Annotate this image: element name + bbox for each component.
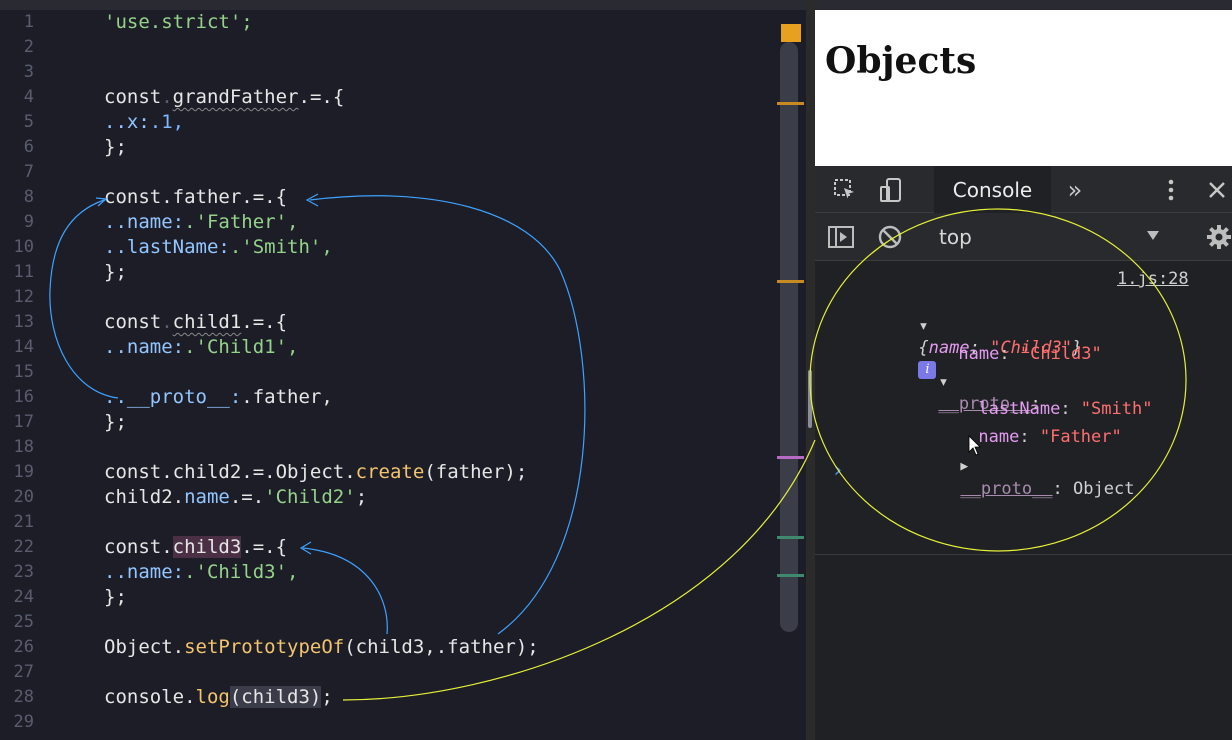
line-gutter: 1 2 3 4 5 6 7 8 9 10 11 12 13 14 15 16 17 18 19 20 21 22 23 24 2… xyxy=(0,10,60,740)
top-strip xyxy=(0,0,1232,10)
overview-ruler-marker xyxy=(777,574,804,577)
console-separator xyxy=(815,554,1232,555)
code-line-9[interactable]: ..name:.'Father', xyxy=(104,210,298,235)
line-number: 1 xyxy=(23,12,34,32)
line-number: 11 xyxy=(13,262,34,282)
browser-viewport: Objects xyxy=(815,10,1232,166)
line-number: 3 xyxy=(23,62,34,82)
console-toolbar: top xyxy=(815,213,1232,261)
code-line-19[interactable]: const.child2.=.Object.create(father); xyxy=(104,460,527,485)
kebab-menu-icon[interactable] xyxy=(1153,166,1189,213)
overview-ruler-marker xyxy=(777,280,804,283)
code-line-22[interactable]: const.child3.=.{ xyxy=(104,535,287,560)
editor-scrollbar-track[interactable] xyxy=(780,42,798,632)
page-heading: Objects xyxy=(825,40,977,82)
line-number: 22 xyxy=(13,537,34,557)
line-number: 24 xyxy=(13,587,34,607)
code-line-24[interactable]: }; xyxy=(104,585,127,610)
overview-ruler-marker xyxy=(777,102,804,105)
line-number: 26 xyxy=(13,637,34,657)
child3-identifier: child3 xyxy=(172,536,242,558)
code-line-4[interactable]: const.grandFather.=.{ xyxy=(104,85,344,110)
code-line-5[interactable]: ..x:.1, xyxy=(104,110,184,135)
line-number: 28 xyxy=(13,687,34,707)
line-number: 17 xyxy=(13,412,34,432)
line-number: 27 xyxy=(13,662,34,682)
inspect-element-icon[interactable] xyxy=(825,166,865,213)
devtools-panel: Console » top 1.js:28 ▾ {name: "Child3"}… xyxy=(815,166,1232,740)
code-line-20[interactable]: child2.name.=.'Child2'; xyxy=(104,485,367,510)
line-number: 20 xyxy=(13,487,34,507)
collapse-triangle-icon[interactable]: ▶ xyxy=(960,459,968,474)
line-number: 12 xyxy=(13,287,34,307)
show-sidebar-icon[interactable] xyxy=(827,224,855,254)
line-number: 10 xyxy=(13,237,34,257)
code-line-17[interactable]: }; xyxy=(104,410,127,435)
tab-console[interactable]: Console xyxy=(934,166,1051,213)
line-number: 8 xyxy=(23,187,34,207)
grandfather-identifier: grandFather xyxy=(172,86,299,108)
line-number: 15 xyxy=(13,362,34,382)
code-line-28[interactable]: console.log(child3); xyxy=(104,685,333,710)
line-number: 23 xyxy=(13,562,34,582)
devtools-tab-bar: Console » xyxy=(815,166,1232,213)
line-number: 4 xyxy=(23,87,34,107)
overview-ruler-marker xyxy=(777,456,804,459)
code-line-26[interactable]: Object.setPrototypeOf(child3,.father); xyxy=(104,635,539,660)
child1-identifier: child1 xyxy=(172,311,242,333)
close-devtools-icon[interactable] xyxy=(1201,166,1232,213)
console-prompt[interactable]: › xyxy=(831,460,844,482)
gear-icon[interactable] xyxy=(1205,223,1232,255)
line-number: 21 xyxy=(13,512,34,532)
code-line-10[interactable]: ..lastName:.'Smith', xyxy=(104,235,333,260)
line-number: 6 xyxy=(23,137,34,157)
line-number: 16 xyxy=(13,387,34,407)
code-line-23[interactable]: ..name:.'Child3', xyxy=(104,560,298,585)
log-prop-proto-object[interactable]: ▶ __proto__: Object xyxy=(899,432,1134,522)
device-toolbar-icon[interactable] xyxy=(871,166,911,213)
line-number: 29 xyxy=(13,712,34,732)
overview-ruler-warning-marker xyxy=(781,24,801,42)
editor-scrollbar-thumb[interactable] xyxy=(808,370,812,428)
line-number: 13 xyxy=(13,312,34,332)
line-number: 18 xyxy=(13,437,34,457)
console-output: 1.js:28 ▾ {name: "Child3"} i name: "Chil… xyxy=(815,262,1232,740)
chevron-down-icon[interactable] xyxy=(1145,227,1161,246)
code-line-13[interactable]: const.child1.=.{ xyxy=(104,310,287,335)
line-number: 7 xyxy=(23,162,34,182)
line-number: 2 xyxy=(23,37,34,57)
code-line-6[interactable]: }; xyxy=(104,135,127,160)
line-number: 5 xyxy=(23,112,34,132)
code-editor[interactable]: 1 2 3 4 5 6 7 8 9 10 11 12 13 14 15 16 17 18 19 20 21 22 23 24 2… xyxy=(0,10,806,740)
line-number: 9 xyxy=(23,212,34,232)
overview-ruler-marker xyxy=(777,536,804,539)
line-number: 14 xyxy=(13,337,34,357)
context-selector[interactable]: top xyxy=(939,225,972,249)
line-number: 19 xyxy=(13,462,34,482)
code-line-14[interactable]: ..name:.'Child1', xyxy=(104,335,298,360)
code-line-1[interactable]: 'use.strict'; xyxy=(104,10,253,35)
clear-console-icon[interactable] xyxy=(877,224,903,254)
source-link[interactable]: 1.js:28 xyxy=(1117,268,1189,290)
more-tabs-button[interactable]: » xyxy=(1057,166,1093,213)
line-number: 25 xyxy=(13,612,34,632)
code-line-11[interactable]: }; xyxy=(104,260,127,285)
code-line-8[interactable]: const.father.=.{ xyxy=(104,185,287,210)
code-line-16[interactable]: ..__proto__:.father, xyxy=(104,385,333,410)
